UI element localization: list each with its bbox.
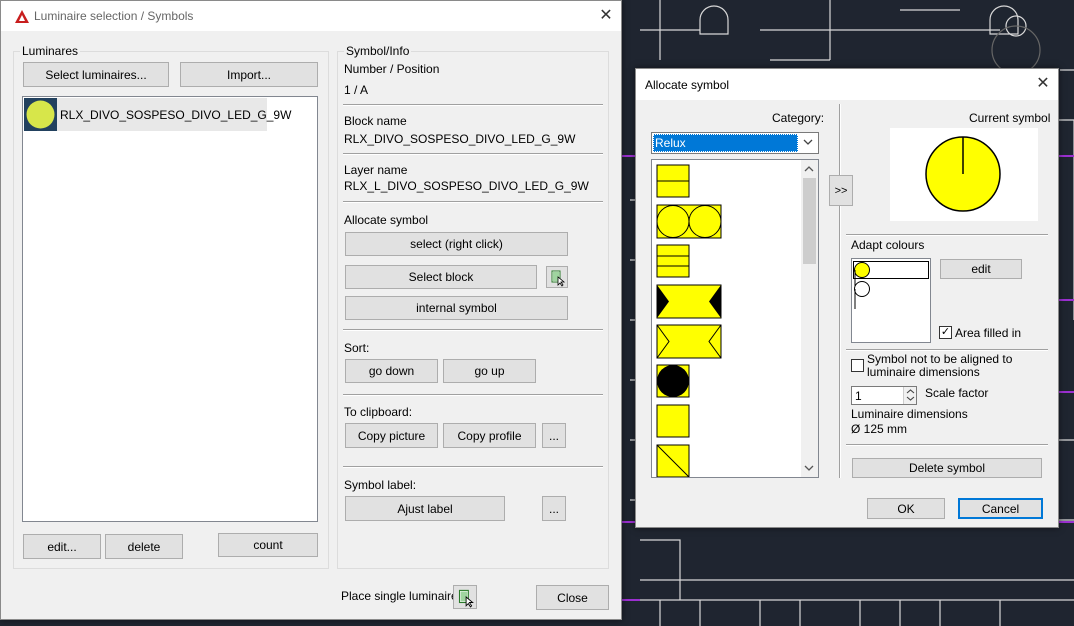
luminaire-thumbnail xyxy=(24,98,57,131)
separator xyxy=(343,104,603,106)
luminaire-list[interactable]: RLX_DIVO_SOSPESO_DIVO_LED_G_9W xyxy=(22,96,318,522)
list-item[interactable] xyxy=(656,284,722,319)
import-button[interactable]: Import... xyxy=(180,62,318,87)
block-name-value: RLX_DIVO_SOSPESO_DIVO_LED_G_9W xyxy=(344,132,576,146)
list-item[interactable] xyxy=(656,164,690,198)
not-aligned-checkbox[interactable] xyxy=(851,359,864,372)
current-symbol-preview xyxy=(890,128,1038,221)
block-name-label: Block name xyxy=(344,114,407,128)
close-button[interactable]: Close xyxy=(536,585,609,610)
list-item[interactable] xyxy=(656,444,690,477)
chevron-down-icon xyxy=(803,139,813,145)
number-position-label: Number / Position xyxy=(344,62,440,76)
edit-button[interactable]: edit... xyxy=(23,534,101,559)
sort-label: Sort: xyxy=(344,341,370,355)
allocate-symbol-dialog: Allocate symbol ✕ Category: Relux >> Cur… xyxy=(635,68,1059,528)
not-aligned-label: Symbol not to be aligned to luminaire di… xyxy=(867,352,1013,379)
number-position-value: 1 / A xyxy=(344,83,369,97)
edit-colour-button[interactable]: edit xyxy=(940,259,1022,279)
luminaire-selection-dialog: Luminaire selection / Symbols ✕ Luminare… xyxy=(0,0,622,620)
close-icon[interactable]: ✕ xyxy=(1033,74,1053,94)
allocate-symbol-label: Allocate symbol xyxy=(344,213,429,227)
delete-symbol-button[interactable]: Delete symbol xyxy=(852,458,1042,478)
list-item[interactable] xyxy=(656,404,690,438)
close-icon[interactable]: ✕ xyxy=(596,6,616,26)
titlebar: Allocate symbol ✕ xyxy=(636,69,1058,100)
separator xyxy=(846,234,1048,236)
place-single-luminaire-label: Place single luminaire xyxy=(341,589,458,603)
luminaire-dimensions-value: Ø 125 mm xyxy=(851,422,908,436)
luminaire-dimensions-label: Luminaire dimensions xyxy=(851,407,968,421)
list-item[interactable] xyxy=(656,244,690,278)
clipboard-more-button[interactable]: ... xyxy=(542,423,566,448)
scale-factor-value: 1 xyxy=(855,389,862,403)
colour-list[interactable] xyxy=(851,258,931,343)
count-button[interactable]: count xyxy=(218,533,318,557)
scale-factor-label: Scale factor xyxy=(925,386,989,400)
scale-factor-input[interactable]: 1 xyxy=(851,386,917,405)
separator xyxy=(343,329,603,331)
separator xyxy=(343,153,603,155)
internal-symbol-button[interactable]: internal symbol xyxy=(345,296,568,320)
adapt-colours-label: Adapt colours xyxy=(851,238,925,252)
autocad-logo-icon xyxy=(15,10,29,23)
scrollbar[interactable] xyxy=(801,160,818,477)
area-filled-label: Area filled in xyxy=(955,326,1022,340)
clipboard-label: To clipboard: xyxy=(344,405,413,419)
list-item-label: RLX_DIVO_SOSPESO_DIVO_LED_G_9W xyxy=(60,108,292,122)
scroll-down-icon[interactable] xyxy=(804,465,814,472)
layer-name-value: RLX_L_DIVO_SOSPESO_DIVO_LED_G_9W xyxy=(344,179,589,193)
list-item[interactable] xyxy=(656,364,690,398)
category-select[interactable]: Relux xyxy=(651,132,819,154)
area-filled-checkbox[interactable]: ✓ xyxy=(939,326,952,339)
separator xyxy=(846,349,1048,351)
separator xyxy=(343,201,603,203)
separator xyxy=(343,466,603,468)
dialog-title: Allocate symbol xyxy=(645,78,730,92)
scroll-up-icon[interactable] xyxy=(804,165,814,172)
separator xyxy=(846,444,1048,446)
symbol-list-items xyxy=(656,164,722,477)
list-item[interactable]: RLX_DIVO_SOSPESO_DIVO_LED_G_9W xyxy=(24,98,291,131)
spin-up-icon[interactable] xyxy=(905,387,916,395)
current-symbol-label: Current symbol xyxy=(969,111,1051,125)
transfer-symbol-button[interactable]: >> xyxy=(829,175,853,206)
label-more-button[interactable]: ... xyxy=(542,496,566,521)
copy-picture-button[interactable]: Copy picture xyxy=(345,423,438,448)
place-single-luminaire-button[interactable] xyxy=(453,585,477,609)
colour-swatches xyxy=(854,262,870,309)
symbol-label-label: Symbol label: xyxy=(344,478,417,492)
ok-button[interactable]: OK xyxy=(867,498,945,519)
pick-block-icon xyxy=(551,270,566,287)
select-luminaires-button[interactable]: Select luminaires... xyxy=(23,62,169,87)
titlebar: Luminaire selection / Symbols ✕ xyxy=(1,1,621,31)
dialog-title: Luminaire selection / Symbols xyxy=(34,9,194,23)
ajust-label-button[interactable]: Ajust label xyxy=(345,496,505,521)
place-luminaire-icon xyxy=(458,589,474,608)
vertical-separator xyxy=(839,104,841,478)
category-label: Category: xyxy=(772,111,825,125)
symbol-info-group-label: Symbol/Info xyxy=(344,44,412,58)
delete-button[interactable]: delete xyxy=(105,534,183,559)
scroll-thumb[interactable] xyxy=(803,178,816,264)
cancel-button[interactable]: Cancel xyxy=(958,498,1043,519)
layer-name-label: Layer name xyxy=(344,163,408,177)
list-item[interactable] xyxy=(656,324,722,359)
luminaires-group-label: Luminares xyxy=(20,44,81,58)
symbol-list[interactable] xyxy=(651,159,819,478)
scale-spinner[interactable] xyxy=(903,387,916,404)
go-up-button[interactable]: go up xyxy=(443,359,536,383)
category-selected-value: Relux xyxy=(653,134,798,152)
select-right-click-button[interactable]: select (right click) xyxy=(345,232,568,256)
spin-down-icon[interactable] xyxy=(905,395,916,403)
select-block-button[interactable]: Select block xyxy=(345,265,537,289)
copy-profile-button[interactable]: Copy profile xyxy=(443,423,536,448)
pick-block-button[interactable] xyxy=(546,266,568,288)
list-item[interactable] xyxy=(656,204,722,239)
separator xyxy=(343,394,603,396)
current-symbol-image xyxy=(925,136,1001,212)
go-down-button[interactable]: go down xyxy=(345,359,438,383)
